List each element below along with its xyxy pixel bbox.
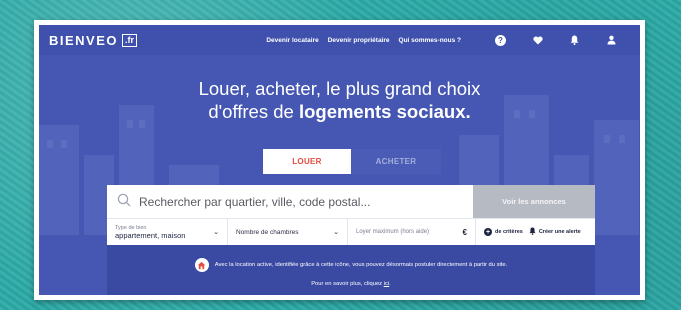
info-line-2-prefix: Pour en savoir plus, cliquez <box>311 281 384 287</box>
create-alert-button[interactable]: Créer une alerte <box>529 227 581 237</box>
property-type-value: appartement, maison <box>115 230 186 240</box>
filter-extras: + de critères Créer une alerte <box>476 227 595 237</box>
hero-line-2-prefix: d'offres de <box>208 101 299 122</box>
website-screen: BIENVEO .fr Devenir locataire Devenir pr… <box>39 25 640 295</box>
property-type-select[interactable]: Type de bien appartement, maison ⌄ <box>107 219 228 245</box>
screenshot-frame: BIENVEO .fr Devenir locataire Devenir pr… <box>34 20 645 300</box>
hero-headline: Louer, acheter, le plus grand choix d'of… <box>39 77 640 123</box>
user-icon[interactable] <box>593 25 630 55</box>
transaction-tabs: LOUER ACHETER <box>263 149 441 174</box>
more-criteria-label: de critères <box>495 229 523 235</box>
view-listings-button[interactable]: Voir les annonces <box>473 185 595 218</box>
chevron-down-icon: ⌄ <box>333 229 339 236</box>
tab-rent[interactable]: LOUER <box>263 149 351 174</box>
create-alert-label: Créer une alerte <box>538 229 581 235</box>
tab-buy[interactable]: ACHETER <box>351 149 441 174</box>
hero-line-2-bold: logements sociaux. <box>298 101 471 122</box>
euro-symbol: € <box>462 227 467 237</box>
help-icon[interactable]: ? <box>482 25 519 55</box>
nav-links: Devenir locataire Devenir propriétaire Q… <box>266 25 630 55</box>
search-input[interactable]: Rechercher par quartier, ville, code pos… <box>107 185 473 218</box>
nav-link-tenant[interactable]: Devenir locataire <box>266 37 318 44</box>
max-rent-input[interactable]: Loyer maximum (hors aide) € <box>348 219 476 245</box>
nav-link-about[interactable]: Qui sommes-nous ? <box>399 37 461 44</box>
home-icon <box>194 258 209 272</box>
plus-circle-icon: + <box>484 228 492 236</box>
hero-line-1: Louer, acheter, le plus grand choix <box>198 78 481 99</box>
hero-line-2: d'offres de logements sociaux. <box>39 100 640 123</box>
search-placeholder: Rechercher par quartier, ville, code pos… <box>139 194 371 209</box>
brand-name: BIENVEO <box>49 32 119 48</box>
bell-icon <box>529 227 536 237</box>
active-rental-info: Avec la location active, identifiée grâc… <box>107 245 595 295</box>
brand-logo[interactable]: BIENVEO .fr <box>49 32 138 48</box>
info-line-2-suffix: . <box>389 281 391 287</box>
bedrooms-select[interactable]: Nombre de chambres ⌄ <box>228 219 348 245</box>
bedrooms-label: Nombre de chambres <box>236 228 299 236</box>
nav-link-owner[interactable]: Devenir propriétaire <box>328 37 390 44</box>
bell-icon[interactable] <box>556 25 593 55</box>
search-icon <box>117 193 131 210</box>
info-line-2: Pour en savoir plus, cliquez ici. <box>107 281 595 287</box>
info-line-1: Avec la location active, identifiée grâc… <box>107 258 595 272</box>
info-line-1-text: Avec la location active, identifiée grâc… <box>214 262 508 268</box>
heart-icon[interactable] <box>519 25 556 55</box>
brand-tld: .fr <box>122 33 138 47</box>
filters-row: Type de bien appartement, maison ⌄ Nombr… <box>107 219 595 245</box>
search-row: Rechercher par quartier, ville, code pos… <box>107 185 595 219</box>
top-navigation-bar: BIENVEO .fr Devenir locataire Devenir pr… <box>39 25 640 55</box>
max-rent-placeholder: Loyer maximum (hors aide) <box>356 229 430 235</box>
nav-icons: ? <box>482 25 630 55</box>
chevron-down-icon: ⌄ <box>213 229 219 236</box>
more-criteria-button[interactable]: + de critères <box>484 228 523 236</box>
search-panel: Rechercher par quartier, ville, code pos… <box>107 185 595 245</box>
